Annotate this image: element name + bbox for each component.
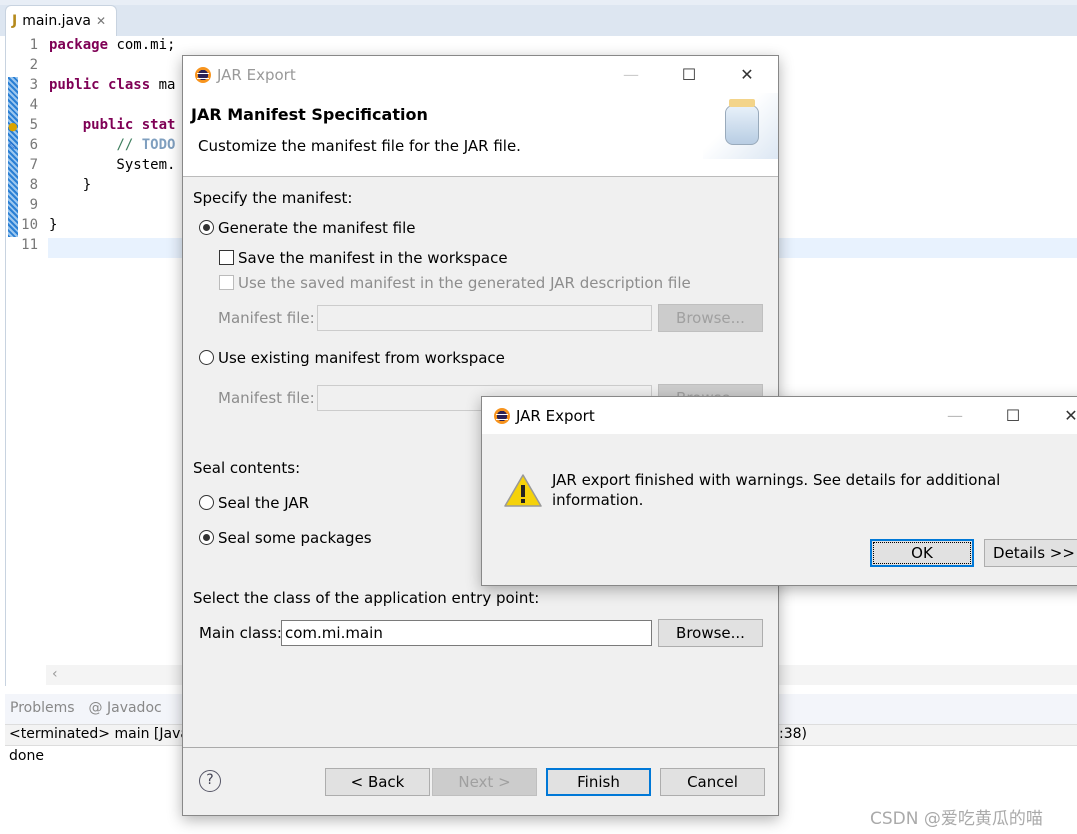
- line-number: 7: [29, 157, 38, 173]
- close-button[interactable]: ✕: [724, 56, 770, 92]
- wizard-description: Customize the manifest file for the JAR …: [198, 137, 521, 155]
- code-line: // TODO: [116, 137, 176, 153]
- alert-titlebar: JAR Export — ☐ ✕: [482, 397, 1077, 434]
- line-number: 5: [29, 117, 38, 133]
- save-manifest-label[interactable]: Save the manifest in the workspace: [238, 249, 508, 267]
- generate-manifest-radio[interactable]: [199, 220, 214, 235]
- line-number: 2: [29, 57, 38, 73]
- finish-button[interactable]: Finish: [546, 768, 651, 796]
- wizard-titlebar: JAR Export — ☐ ✕: [183, 56, 778, 93]
- next-button: Next >: [432, 768, 537, 796]
- back-button[interactable]: < Back: [325, 768, 430, 796]
- line-number: 4: [29, 97, 38, 113]
- main-class-input[interactable]: [281, 620, 652, 646]
- console-header: <terminated> main [Java: [9, 726, 189, 742]
- browse-manifest-button: Browse...: [658, 304, 763, 332]
- maximize-button[interactable]: ☐: [990, 397, 1036, 433]
- eclipse-icon: [195, 66, 211, 83]
- code-line: public stat: [82, 117, 176, 133]
- button-bar-divider: [183, 747, 778, 748]
- line-number: 10: [21, 217, 38, 233]
- help-icon[interactable]: ?: [199, 770, 221, 792]
- alert-title: JAR Export: [516, 406, 595, 425]
- main-class-label: Main class:: [199, 624, 282, 642]
- tab-javadoc[interactable]: @ Javadoc: [89, 700, 162, 718]
- seal-some-packages-radio[interactable]: [199, 530, 214, 545]
- tab-main-java[interactable]: J main.java ✕: [5, 5, 117, 36]
- jar-export-alert: JAR Export — ☐ ✕ JAR export finished wit…: [481, 396, 1077, 586]
- cancel-button[interactable]: Cancel: [660, 768, 765, 796]
- line-number: 8: [29, 177, 38, 193]
- code-line: public class ma: [49, 77, 176, 93]
- browse-main-class-button[interactable]: Browse...: [658, 619, 763, 647]
- line-number: 9: [29, 197, 38, 213]
- wizard-heading: JAR Manifest Specification: [191, 105, 428, 124]
- seal-some-packages-label[interactable]: Seal some packages: [218, 529, 372, 547]
- java-file-icon: J: [12, 13, 18, 29]
- use-saved-manifest-checkbox: [219, 275, 234, 290]
- seal-jar-label[interactable]: Seal the JAR: [218, 494, 309, 512]
- code-line: package com.mi;: [49, 37, 176, 53]
- line-number: 1: [29, 37, 38, 53]
- minimize-button[interactable]: —: [608, 56, 654, 92]
- tab-label: main.java: [22, 13, 91, 29]
- code-line: System.: [49, 157, 176, 173]
- editor-tab-bar: [0, 0, 1077, 36]
- manifest-file-label: Manifest file:: [218, 309, 315, 327]
- warning-icon: [504, 474, 542, 507]
- tab-problems[interactable]: Problems: [10, 700, 75, 718]
- save-manifest-checkbox[interactable]: [219, 250, 234, 265]
- watermark: CSDN @爱吃黄瓜的喵: [870, 809, 1043, 829]
- line-number: 3: [29, 77, 38, 93]
- line-number: 11: [21, 237, 38, 253]
- code-line: }: [49, 177, 92, 193]
- wizard-header: JAR Manifest Specification Customize the…: [183, 93, 778, 177]
- use-saved-manifest-label: Use the saved manifest in the generated …: [238, 274, 691, 292]
- seal-jar-radio[interactable]: [199, 495, 214, 510]
- line-number: 6: [29, 137, 38, 153]
- existing-manifest-file-label: Manifest file:: [218, 389, 315, 407]
- close-button[interactable]: ✕: [1048, 397, 1077, 433]
- specify-manifest-label: Specify the manifest:: [193, 189, 353, 207]
- console-header-end: :38): [779, 726, 807, 742]
- use-existing-manifest-radio[interactable]: [199, 350, 214, 365]
- manifest-file-input: [317, 305, 652, 331]
- details-button[interactable]: Details >>: [984, 539, 1077, 567]
- maximize-button[interactable]: ☐: [666, 56, 712, 92]
- entry-point-label: Select the class of the application entr…: [193, 589, 540, 607]
- code-line: }: [49, 217, 58, 233]
- jar-banner-icon: [703, 93, 778, 159]
- ok-button[interactable]: OK: [870, 539, 974, 567]
- wizard-title: JAR Export: [217, 65, 296, 84]
- seal-contents-label: Seal contents:: [193, 459, 301, 477]
- generate-manifest-label[interactable]: Generate the manifest file: [218, 219, 416, 237]
- eclipse-icon: [494, 407, 510, 424]
- use-existing-manifest-label[interactable]: Use existing manifest from workspace: [218, 349, 505, 367]
- alert-message: JAR export finished with warnings. See d…: [552, 471, 1001, 509]
- close-tab-icon[interactable]: ✕: [96, 14, 106, 28]
- console-output: done: [9, 748, 44, 764]
- minimize-button[interactable]: —: [932, 397, 978, 433]
